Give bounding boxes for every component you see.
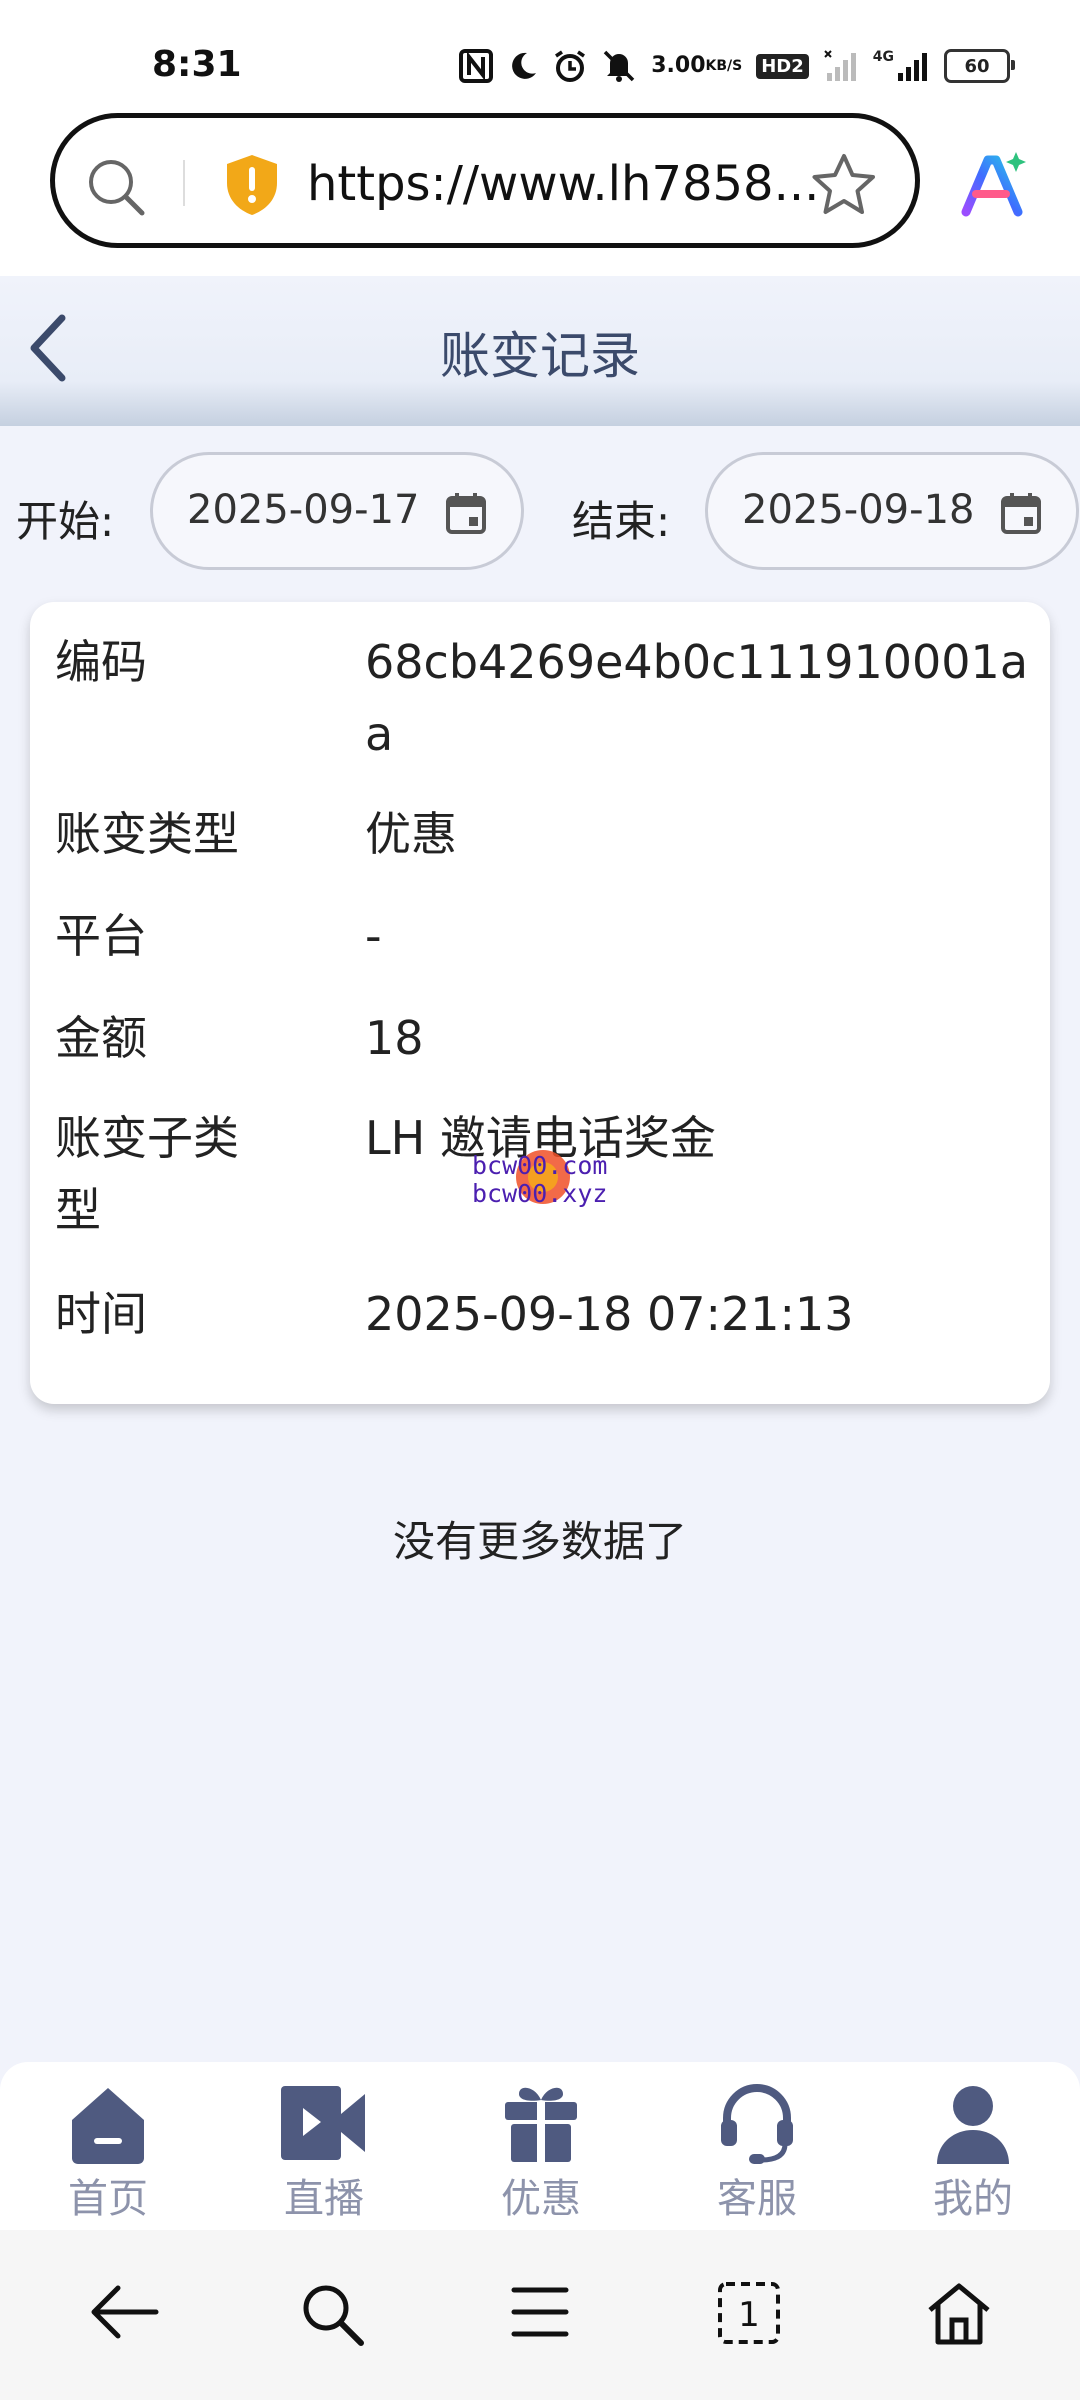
url-bar[interactable]: https://www.lh7858... — [50, 113, 920, 248]
app-header: 账变记录 — [0, 276, 1080, 426]
code-label: 编码 — [55, 635, 147, 689]
type-value: 优惠 — [365, 807, 457, 861]
bottom-nav: 首页 直播 优惠 客服 我的 — [0, 2062, 1080, 2230]
menu-icon[interactable] — [510, 2280, 570, 2348]
nav-label-promo: 优惠 — [501, 2176, 581, 2222]
nav-label-live: 直播 — [284, 2176, 364, 2222]
url-text[interactable]: https://www.lh7858... — [307, 156, 819, 212]
nav-item-promo[interactable]: 优惠 — [461, 2080, 621, 2224]
url-divider — [183, 160, 185, 206]
net-speed: 3.00 KB/S — [651, 53, 743, 78]
nav-item-me[interactable]: 我的 — [893, 2080, 1053, 2224]
start-date-value: 2025-09-17 — [187, 487, 420, 533]
back-arrow-icon[interactable] — [88, 2280, 160, 2348]
home-icon[interactable] — [924, 2280, 994, 2350]
browser-toolbar: https://www.lh7858... — [0, 110, 1080, 276]
time-value: 2025-09-18 07:21:13 — [365, 1287, 854, 1341]
ai-assistant-icon[interactable] — [958, 150, 1030, 226]
calendar-icon[interactable] — [445, 491, 487, 539]
signal-icon-sim1 — [823, 49, 859, 83]
amount-value: 18 — [365, 1011, 424, 1065]
tabs-icon[interactable]: 1 — [716, 2280, 782, 2350]
status-icons: 3.00 KB/S HD2 4G 60 — [459, 44, 1015, 88]
watermark: bcw00.com bcw00.xyz — [472, 1151, 608, 1208]
star-icon[interactable] — [810, 151, 878, 223]
end-date-input[interactable]: 2025-09-18 — [705, 452, 1079, 570]
home-icon — [28, 2080, 188, 2166]
search-icon[interactable] — [85, 156, 147, 222]
end-date-value: 2025-09-18 — [742, 487, 975, 533]
list-end-message: 没有更多数据了 — [392, 1517, 687, 1566]
svg-text:1: 1 — [738, 2295, 760, 2335]
nav-item-support[interactable]: 客服 — [677, 2080, 837, 2224]
platform-value: - — [365, 909, 382, 963]
gift-icon — [461, 2080, 621, 2166]
platform-label: 平台 — [55, 909, 147, 963]
nav-item-home[interactable]: 首页 — [28, 2080, 188, 2224]
subtype-label: 账变子类型 — [55, 1111, 239, 1237]
code-value: 68cb4269e4b0c111910001aa — [365, 635, 1029, 761]
start-date-input[interactable]: 2025-09-17 — [150, 452, 524, 570]
subtype-value: LH 邀请电话奖金 — [365, 1111, 716, 1165]
alarm-icon — [553, 49, 587, 83]
calendar-icon[interactable] — [1000, 491, 1042, 539]
nav-label-support: 客服 — [717, 2176, 797, 2222]
time-label: 时间 — [55, 1287, 147, 1341]
type-label: 账变类型 — [55, 807, 239, 861]
signal-icon-sim2: 4G — [873, 49, 930, 83]
nav-label-home: 首页 — [68, 2176, 148, 2222]
status-bar: 8:31 3.00 KB/S HD2 4G 60 — [0, 0, 1080, 110]
nav-item-live[interactable]: 直播 — [244, 2080, 404, 2224]
mute-icon — [601, 49, 637, 83]
record-card: 编码 68cb4269e4b0c111910001aa 账变类型 优惠 平台 -… — [30, 602, 1050, 1404]
system-navigation-bar: 1 — [0, 2230, 1080, 2400]
end-date-label: 结束: — [572, 497, 671, 546]
live-video-icon — [244, 2080, 404, 2166]
search-icon[interactable] — [298, 2280, 368, 2354]
shield-warning-icon[interactable] — [223, 153, 281, 221]
status-time: 8:31 — [152, 44, 242, 85]
nfc-icon — [459, 49, 494, 83]
nav-label-me: 我的 — [933, 2176, 1013, 2222]
moon-icon — [507, 50, 539, 82]
headset-icon — [677, 2080, 837, 2166]
battery-indicator: 60 — [944, 49, 1015, 83]
user-icon — [893, 2080, 1053, 2166]
page-title: 账变记录 — [440, 327, 640, 385]
start-date-label: 开始: — [16, 497, 115, 546]
hd-badge: HD2 — [756, 53, 809, 79]
amount-label: 金额 — [55, 1011, 147, 1065]
